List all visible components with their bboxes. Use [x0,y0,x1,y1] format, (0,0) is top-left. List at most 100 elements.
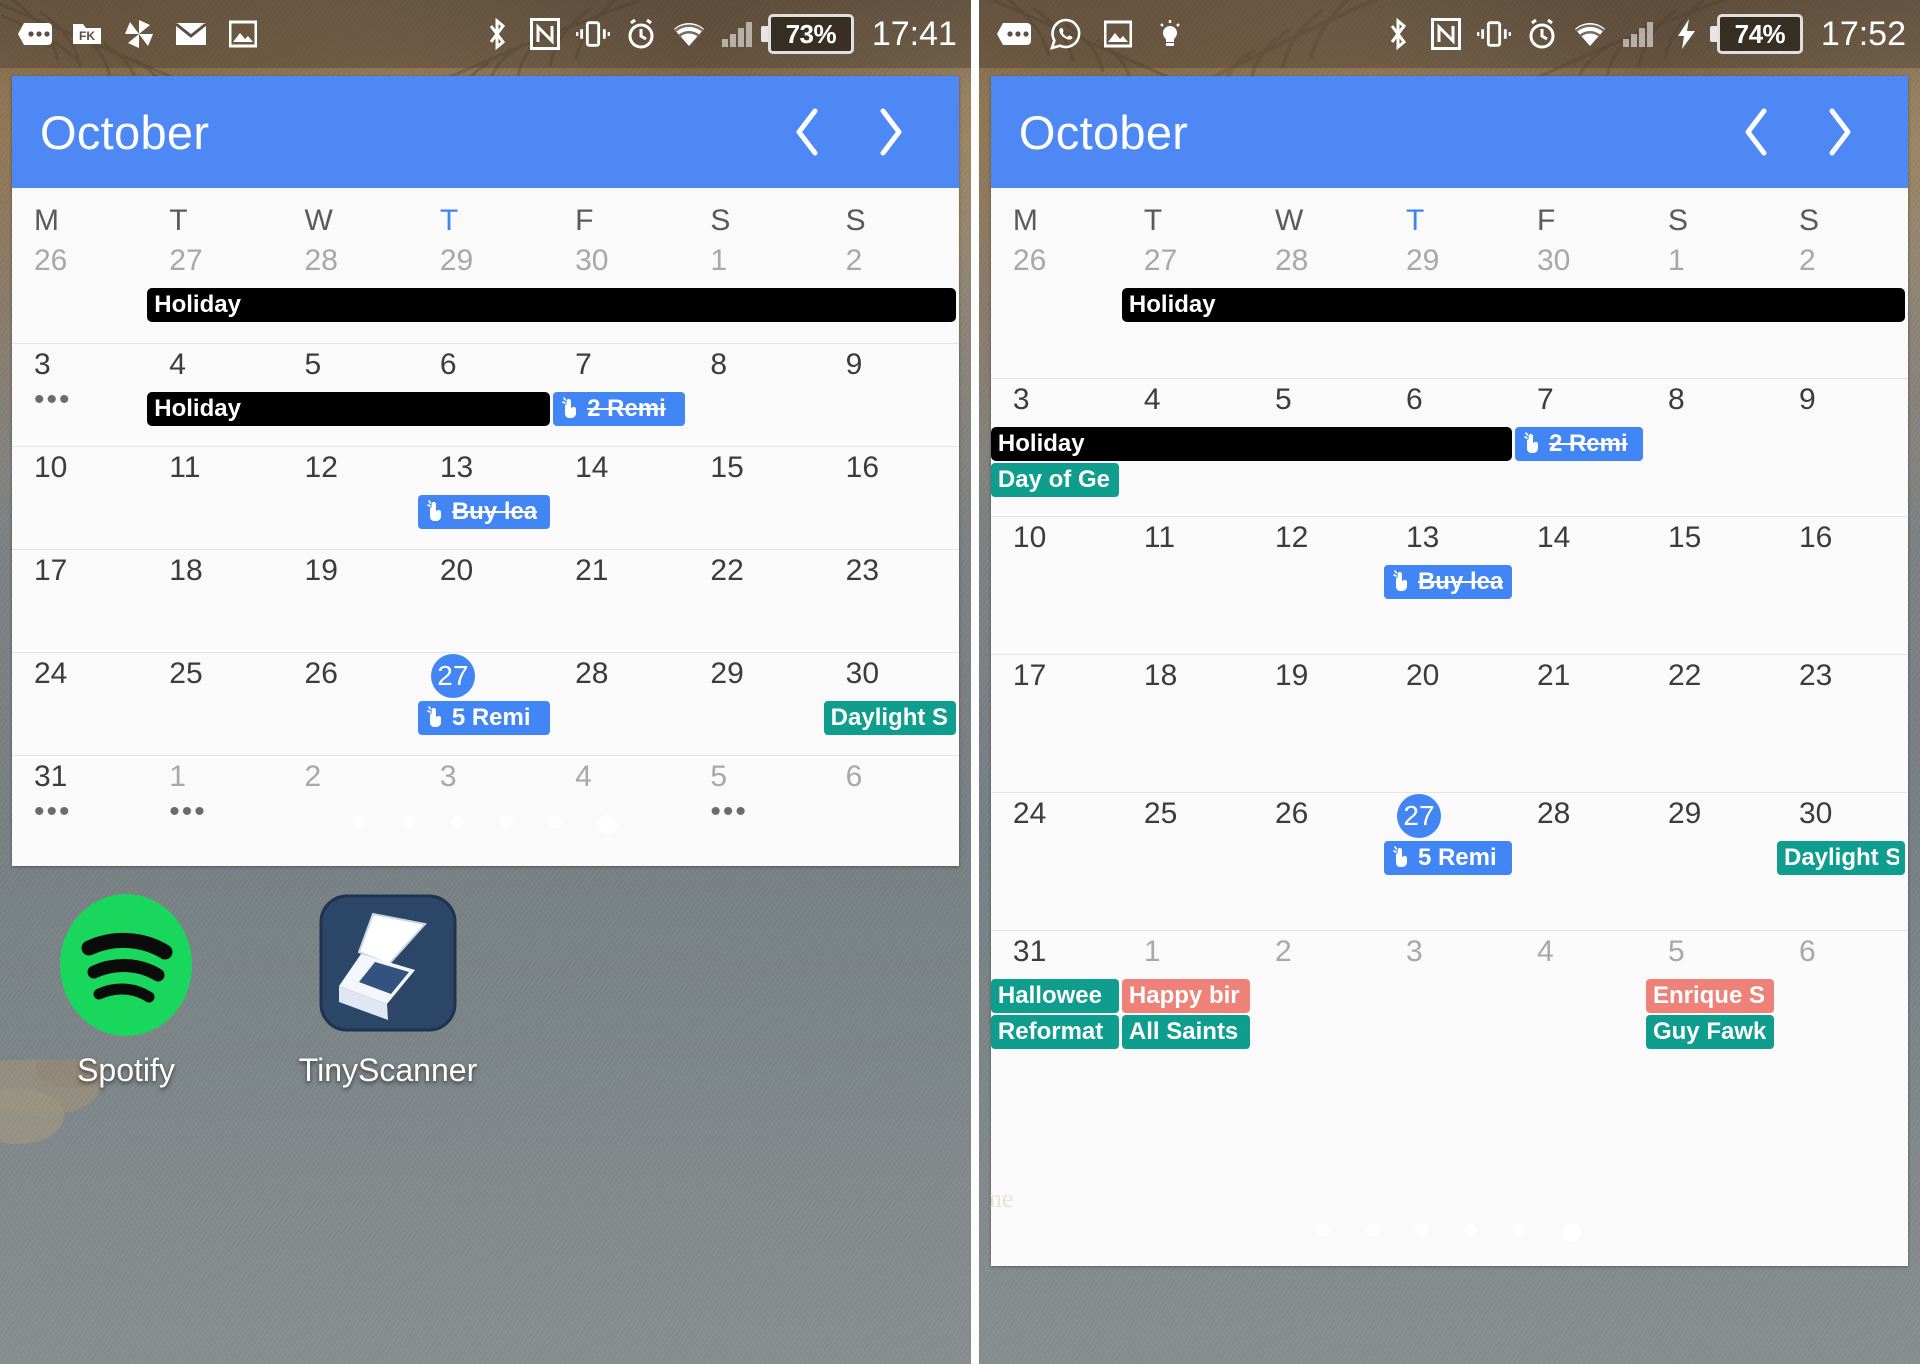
day-cell-29[interactable]: 29 [688,653,823,699]
day-cell-2[interactable]: 2 [1777,240,1908,286]
calendar-week-row[interactable]: 10 11 12 13 14 15 16 Buy lea [12,446,959,549]
calendar-week-row[interactable]: 3 4 5 6 7 8 9 Holiday 2 Remi Day of Ge [990,378,1908,516]
day-cell-12[interactable]: 12 [283,447,418,493]
day-cell-31[interactable]: 31 [991,931,1122,977]
day-cell-6[interactable]: 6 [1384,379,1515,425]
day-cell-21[interactable]: 21 [1515,655,1646,701]
page-dot-4[interactable] [1513,1223,1527,1236]
page-dot-2[interactable] [1415,1223,1429,1236]
day-cell-28[interactable]: 28 [553,653,688,699]
calendar-widget[interactable]: October MTWTFSS 26 27 28 29 30 1 2 Holiday 3 4 5 6 7… [12,76,959,866]
calendar-week-row[interactable]: 3 4 5 6 7 8 9 ••• Holiday 2 Remi [12,343,959,446]
day-cell-4[interactable]: 4 [553,756,688,802]
day-cell-17[interactable]: 17 [991,655,1122,701]
day-cell-19[interactable]: 19 [283,550,418,596]
event-chip[interactable]: Holiday [990,427,1512,461]
event-chip[interactable]: Holiday [147,288,956,322]
day-cell-18[interactable]: 18 [1122,655,1253,701]
page-dot-5[interactable] [598,815,618,834]
event-chip[interactable]: Enrique S [1645,979,1774,1013]
event-chip[interactable]: Buy lea [417,495,551,529]
event-chip[interactable]: Holiday [1121,288,1905,322]
event-chip[interactable]: 5 Remi [417,701,551,735]
day-cell-28[interactable]: 28 [283,240,418,286]
day-cell-3[interactable]: 3 [418,756,553,802]
day-cell-14[interactable]: 14 [553,447,688,493]
day-cell-5[interactable]: 5 [283,344,418,390]
day-cell-24[interactable]: 24 [991,793,1122,839]
day-cell-20[interactable]: 20 [418,550,553,596]
day-cell-1[interactable]: 1 [688,240,823,286]
day-cell-11[interactable]: 11 [1122,517,1253,563]
event-chip[interactable]: 5 Remi [1383,841,1512,875]
calendar-week-row[interactable]: 24 25 26 27 28 29 30 5 Remi Daylight S [12,652,959,755]
page-dot-1[interactable] [402,815,416,828]
day-cell-26[interactable]: 26 [1253,793,1384,839]
day-cell-2[interactable]: 2 [824,240,959,286]
day-cell-31[interactable]: 31 [12,756,147,802]
page-dot-2[interactable] [451,815,465,828]
calendar-week-row[interactable]: 31 1 2 3 4 5 6 ••• ••• ••• [12,755,959,858]
page-dot-0[interactable] [1317,1223,1331,1236]
page-dot-3[interactable] [1464,1223,1478,1236]
event-chip[interactable]: Hallowee [990,979,1119,1013]
page-indicator-dots[interactable] [979,1223,1920,1242]
day-cell-8[interactable]: 8 [1646,379,1777,425]
day-cell-12[interactable]: 12 [1253,517,1384,563]
event-chip[interactable]: Guy Fawk [1645,1015,1774,1049]
day-cell-26[interactable]: 26 [12,240,147,286]
day-cell-21[interactable]: 21 [553,550,688,596]
day-cell-22[interactable]: 22 [688,550,823,596]
calendar-week-row[interactable]: 26 27 28 29 30 1 2 Holiday [991,240,1908,378]
day-cell-15[interactable]: 15 [688,447,823,493]
page-dot-3[interactable] [500,815,514,828]
day-cell-5[interactable]: 5 [1253,379,1384,425]
day-cell-1[interactable]: 1 [1122,931,1253,977]
day-cell-5[interactable]: 5 [1646,931,1777,977]
day-cell-4[interactable]: 4 [1122,379,1253,425]
event-chip[interactable]: Happy bir [1121,979,1250,1013]
event-chip[interactable]: Reformat [990,1015,1119,1049]
day-cell-18[interactable]: 18 [147,550,282,596]
calendar-week-row[interactable]: 31 1 2 3 4 5 6 Hallowee Happy bir Enrique S Reform… [990,930,1908,1068]
day-cell-11[interactable]: 11 [147,447,282,493]
day-cell-16[interactable]: 16 [824,447,959,493]
chevron-left-icon[interactable] [1736,106,1776,158]
day-cell-2[interactable]: 2 [1253,931,1384,977]
event-chip[interactable]: Day of Ge [990,463,1119,497]
day-cell-26[interactable]: 26 [283,653,418,699]
day-cell-29[interactable]: 29 [1384,240,1515,286]
day-cell-27[interactable]: 27 [1122,240,1253,286]
overflow-dots-cell[interactable]: ••• [12,385,147,424]
calendar-week-row[interactable]: 10 11 12 13 14 15 16 Buy lea [990,516,1908,654]
event-chip[interactable]: Daylight S [1776,841,1905,875]
day-cell-20[interactable]: 20 [1384,655,1515,701]
day-cell-19[interactable]: 19 [1253,655,1384,701]
day-cell-9[interactable]: 9 [1777,379,1908,425]
day-cell-14[interactable]: 14 [1515,517,1646,563]
event-chip[interactable]: 2 Remi [1514,427,1643,461]
day-cell-1[interactable]: 1 [1646,240,1777,286]
chevron-right-icon[interactable] [871,106,911,158]
calendar-week-row[interactable]: 26 27 28 29 30 1 2 Holiday [12,240,959,343]
day-cell-16[interactable]: 16 [1777,517,1908,563]
day-cell-29[interactable]: 29 [418,240,553,286]
day-cell-17[interactable]: 17 [12,550,147,596]
day-cell-4[interactable]: 4 [147,344,282,390]
day-cell-15[interactable]: 15 [1646,517,1777,563]
calendar-week-row[interactable]: 17 18 19 20 21 22 23 [12,549,959,652]
event-chip[interactable]: All Saints [1121,1015,1250,1049]
day-cell-28[interactable]: 28 [1515,793,1646,839]
day-cell-22[interactable]: 22 [1646,655,1777,701]
day-cell-5[interactable]: 5 [688,756,823,802]
app-tinyscanner[interactable]: TinyScanner [288,892,488,1089]
day-cell-10[interactable]: 10 [991,517,1122,563]
day-cell-10[interactable]: 10 [12,447,147,493]
day-cell-9[interactable]: 9 [824,344,959,390]
day-cell-8[interactable]: 8 [688,344,823,390]
day-cell-25[interactable]: 25 [147,653,282,699]
app-spotify[interactable]: Spotify [26,892,226,1089]
page-dot-4[interactable] [549,815,563,828]
day-cell-6[interactable]: 6 [418,344,553,390]
chevron-right-icon[interactable] [1820,106,1860,158]
